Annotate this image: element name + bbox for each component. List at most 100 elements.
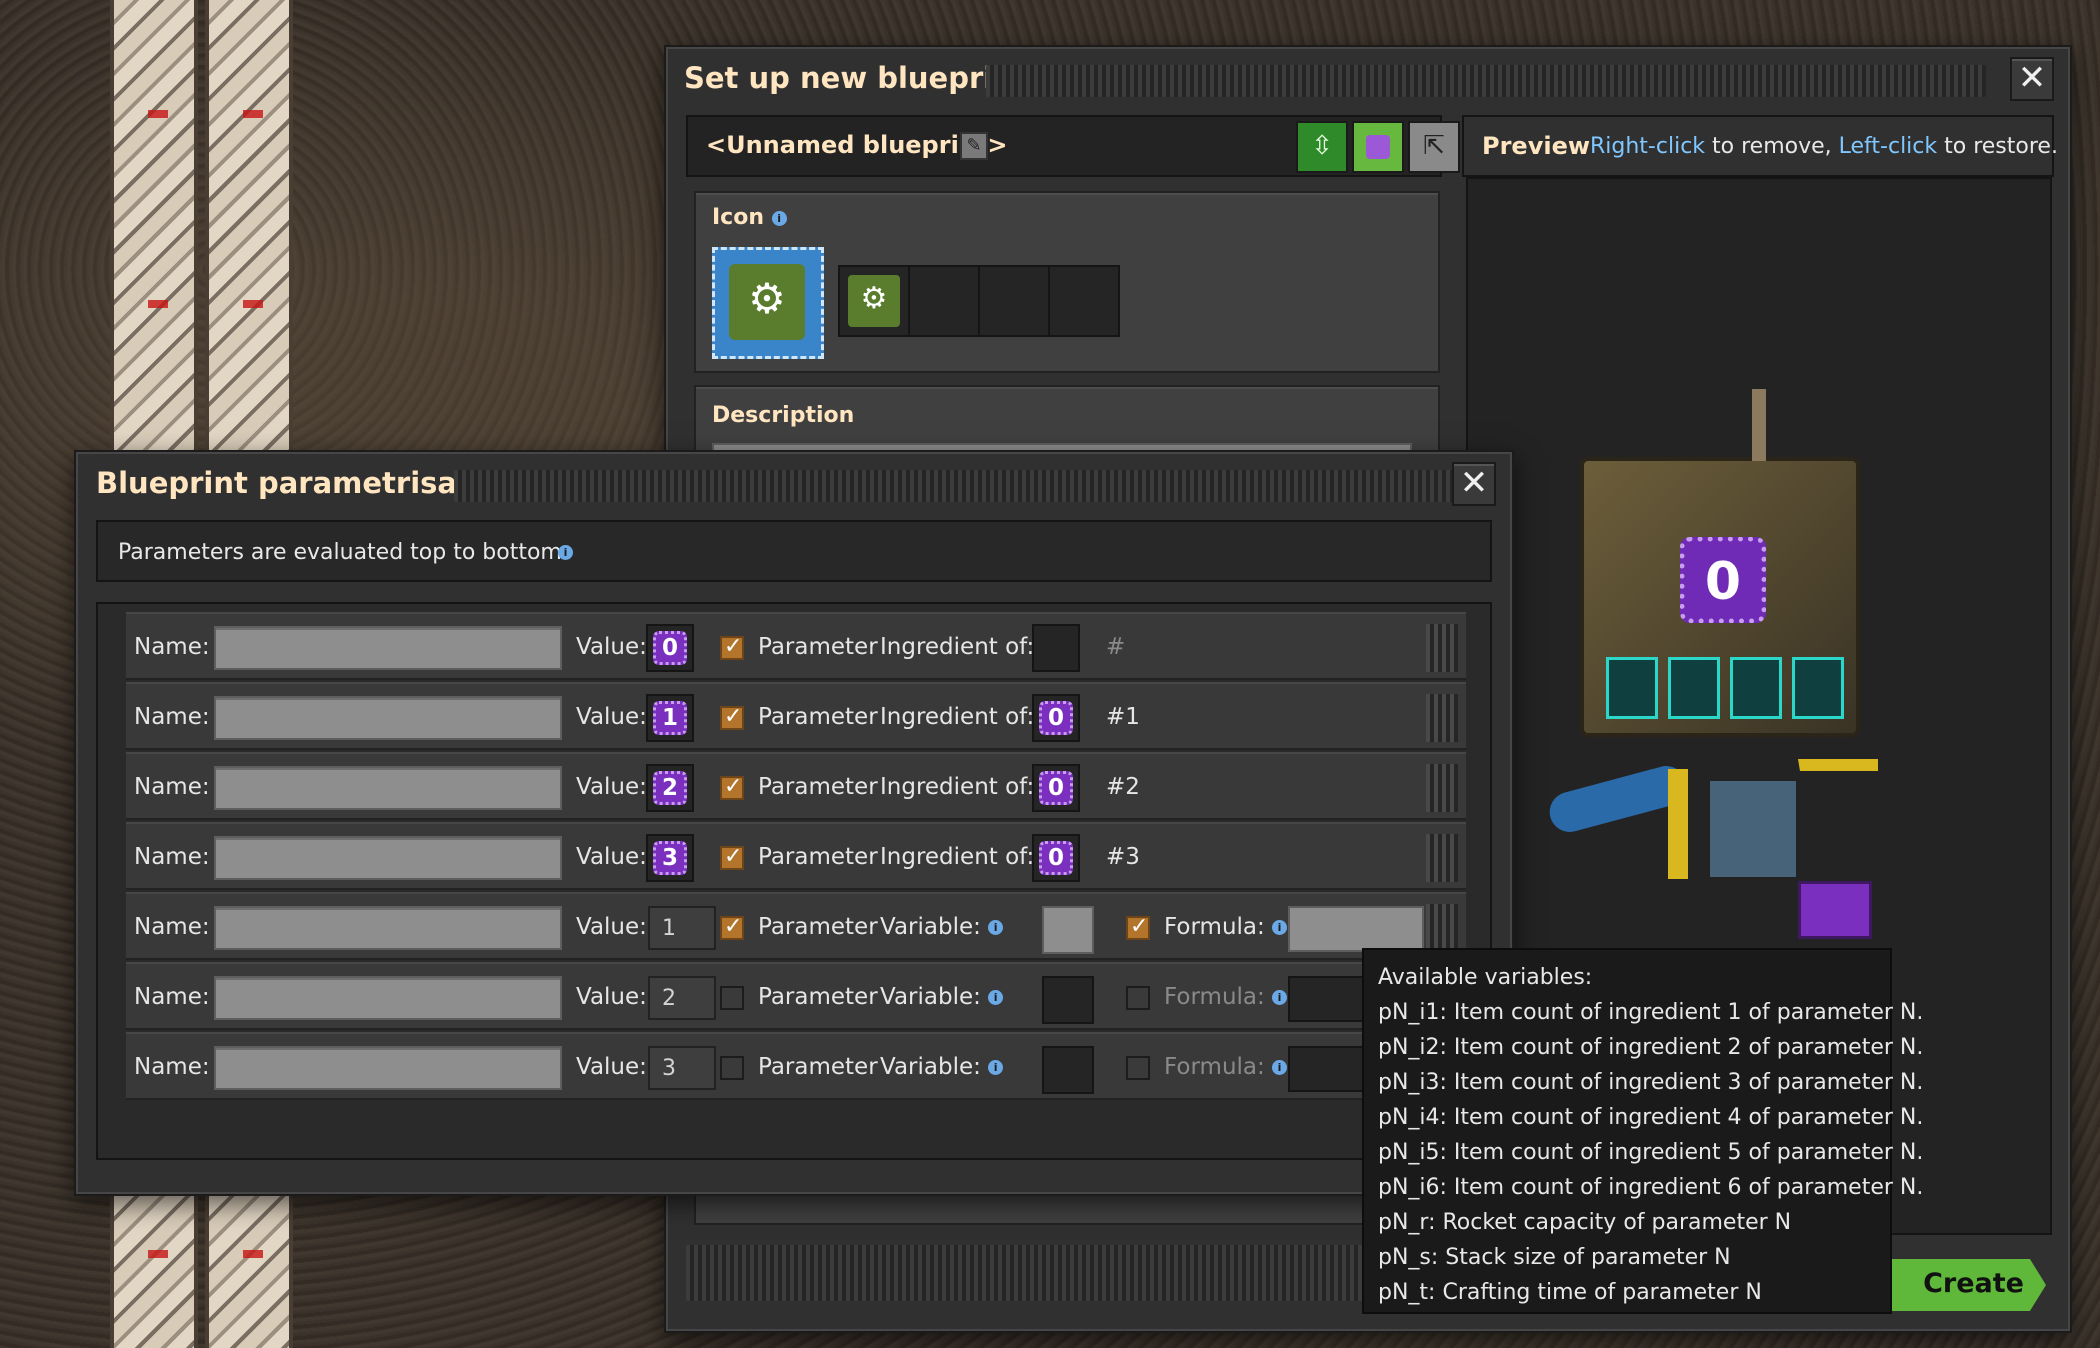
parameter-label: Parameter: [758, 774, 878, 800]
parameter-row-0: Name: Value: 0 Parameter Ingredient of: …: [126, 612, 1466, 680]
variable-label: Variable: i: [880, 914, 1004, 940]
description-label: Description: [712, 403, 855, 428]
info-icon[interactable]: i: [558, 545, 573, 560]
formula-input[interactable]: [1288, 906, 1424, 952]
row-drag-handle[interactable]: [1426, 834, 1458, 882]
value-signal[interactable]: 0: [646, 624, 694, 672]
value-number-input[interactable]: 3: [648, 1046, 716, 1090]
info-icon[interactable]: i: [1272, 990, 1288, 1005]
radar-icon[interactable]: [1708, 779, 1798, 879]
ingredient-marker-4: [1792, 657, 1844, 719]
variable-label: Variable: i: [880, 1054, 1004, 1080]
variable-label: Variable: i: [880, 984, 1004, 1010]
row-drag-handle[interactable]: [1426, 904, 1458, 952]
ingredient-signal[interactable]: 0: [1032, 694, 1080, 742]
icon-slot-1[interactable]: ⚙: [838, 265, 910, 337]
assembling-machine-preview[interactable]: 0: [1580, 389, 1860, 737]
info-icon[interactable]: i: [988, 990, 1004, 1005]
parameter-label: Parameter: [758, 1054, 878, 1080]
signal-chip: 0: [1680, 537, 1766, 623]
formula-checkbox[interactable]: [1126, 914, 1150, 940]
name-input[interactable]: [214, 766, 562, 810]
value-number-input[interactable]: 1: [648, 906, 716, 950]
icon-slot-4[interactable]: [1048, 265, 1120, 337]
parameter-row-6: Name: Value: 3 Parameter Variable: i For…: [126, 1032, 1466, 1100]
icon-section: Icon i ⚙ ⚙: [694, 191, 1440, 373]
name-label: Name:: [134, 984, 210, 1010]
tooltip-line: pN_i4: Item count of ingredient 4 of par…: [1378, 1105, 1924, 1130]
value-signal[interactable]: 2: [646, 764, 694, 812]
tooltip-line: pN_i6: Item count of ingredient 6 of par…: [1378, 1175, 1924, 1200]
icon-slot-3[interactable]: [978, 265, 1050, 337]
value-signal[interactable]: 3: [646, 834, 694, 882]
blueprint-window-drag-handle[interactable]: [986, 65, 1986, 97]
name-input[interactable]: [214, 906, 562, 950]
value-number-input[interactable]: 2: [648, 976, 716, 1020]
gear-icon: ⚙: [729, 264, 805, 340]
row-drag-handle[interactable]: [1426, 694, 1458, 742]
row-drag-handle[interactable]: [1426, 764, 1458, 812]
parametrise-icon[interactable]: [1352, 121, 1404, 173]
variable-input[interactable]: [1042, 1046, 1094, 1094]
inserter-right-icon[interactable]: [1798, 759, 1878, 839]
row-drag-handle[interactable]: [1426, 624, 1458, 672]
ingredient-marker-3: [1730, 657, 1782, 719]
name-input[interactable]: [214, 696, 562, 740]
inserter-yellow-icon[interactable]: [1668, 769, 1688, 879]
variable-input[interactable]: [1042, 906, 1094, 954]
icon-label: Icon i: [712, 205, 787, 230]
name-label: Name:: [134, 844, 210, 870]
value-label: Value:: [576, 914, 647, 940]
ingredient-signal[interactable]: 0: [1032, 834, 1080, 882]
icon-slot-2[interactable]: [908, 265, 980, 337]
parameter-row-3: Name: Value: 3 Parameter Ingredient of: …: [126, 822, 1466, 890]
parameter-checkbox[interactable]: [720, 1056, 744, 1080]
ingredient-signal[interactable]: 0: [1032, 764, 1080, 812]
value-label: Value:: [576, 704, 647, 730]
parameter-row-5: Name: Value: 2 Parameter Variable: i For…: [126, 962, 1466, 1030]
blueprint-close-button[interactable]: ✕: [2010, 57, 2054, 101]
edit-name-icon[interactable]: ✎: [960, 132, 988, 160]
preview-header: Preview Right-click to remove, Left-clic…: [1462, 115, 2058, 177]
parametrisation-drag-handle[interactable]: [454, 470, 1496, 502]
tooltip-line: pN_t: Crafting time of parameter N: [1378, 1280, 1762, 1305]
name-label: Name:: [134, 1054, 210, 1080]
parameter-checkbox[interactable]: [720, 634, 744, 660]
formula-checkbox[interactable]: [1126, 986, 1150, 1010]
parameter-checkbox[interactable]: [720, 844, 744, 870]
tooltip-line: pN_i5: Item count of ingredient 5 of par…: [1378, 1140, 1924, 1165]
chest-icon[interactable]: [1798, 881, 1872, 939]
info-icon[interactable]: i: [988, 920, 1004, 935]
parameter-checkbox[interactable]: [720, 774, 744, 800]
value-label: Value:: [576, 984, 647, 1010]
parameter-ref: #1: [1106, 704, 1140, 730]
blueprint-name-bar: <Unnamed blueprint> ✎ ⇳ ⇱: [686, 115, 1460, 177]
parameter-label: Parameter: [758, 914, 878, 940]
info-icon[interactable]: i: [1272, 920, 1288, 935]
export-icon[interactable]: ⇱: [1408, 121, 1460, 173]
select-area-icon[interactable]: ⇳: [1296, 121, 1348, 173]
info-icon[interactable]: i: [771, 210, 787, 226]
info-bar: Parameters are evaluated top to bottom. …: [96, 520, 1492, 582]
parameter-list: Name: Value: 0 Parameter Ingredient of: …: [96, 602, 1492, 1160]
parameter-checkbox[interactable]: [720, 704, 744, 730]
value-signal[interactable]: 1: [646, 694, 694, 742]
name-input[interactable]: [214, 976, 562, 1020]
ingredient-of-label: Ingredient of:: [880, 704, 1035, 730]
parametrisation-close-button[interactable]: ✕: [1452, 462, 1496, 506]
preview-label: Preview: [1482, 132, 1591, 160]
info-icon[interactable]: i: [988, 1060, 1004, 1075]
ingredient-signal[interactable]: [1032, 624, 1080, 672]
blueprint-icon-preview[interactable]: ⚙: [712, 247, 824, 359]
name-input[interactable]: [214, 626, 562, 670]
formula-checkbox[interactable]: [1126, 1056, 1150, 1080]
parameter-checkbox[interactable]: [720, 914, 744, 940]
tooltip-line: pN_i2: Item count of ingredient 2 of par…: [1378, 1035, 1924, 1060]
name-input[interactable]: [214, 1046, 562, 1090]
parameter-checkbox[interactable]: [720, 986, 744, 1010]
name-input[interactable]: [214, 836, 562, 880]
blueprint-window-title: Set up new blueprint: [684, 61, 1028, 95]
tooltip-line: pN_i3: Item count of ingredient 3 of par…: [1378, 1070, 1924, 1095]
info-icon[interactable]: i: [1272, 1060, 1288, 1075]
variable-input[interactable]: [1042, 976, 1094, 1024]
